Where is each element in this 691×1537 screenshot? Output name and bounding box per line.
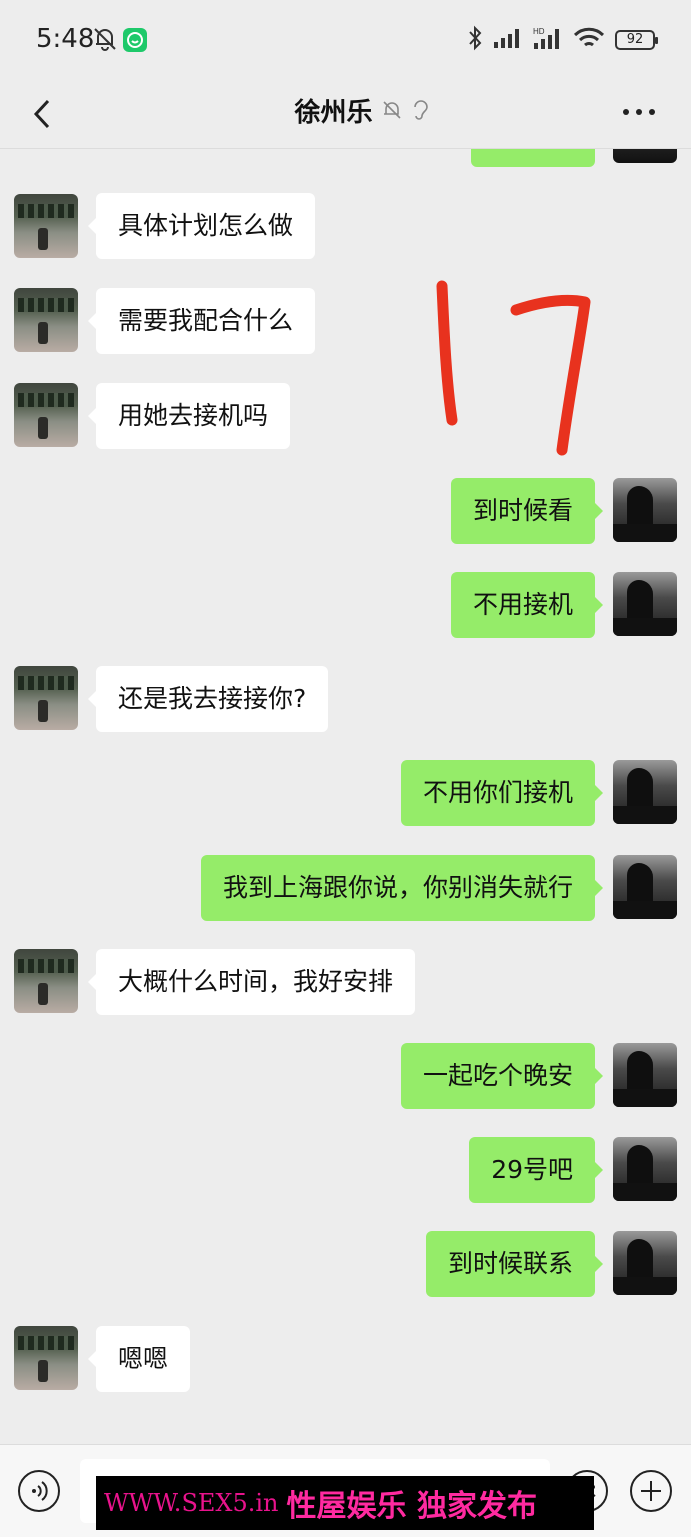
status-time: 5:48 <box>36 24 95 54</box>
message-bubble-partial[interactable] <box>471 149 595 167</box>
contact-avatar[interactable] <box>14 194 78 258</box>
battery-icon: 92 <box>615 30 658 50</box>
app-notification-icon <box>123 28 147 52</box>
chat-title: 徐州乐 <box>294 97 373 128</box>
voice-button[interactable] <box>18 1470 60 1512</box>
my-avatar[interactable] <box>613 1231 677 1295</box>
mute-icon <box>381 99 403 121</box>
voice-icon <box>32 1481 48 1501</box>
message-bubble-received[interactable]: 嗯嗯 <box>87 1326 191 1392</box>
my-avatar[interactable] <box>613 1043 677 1107</box>
message-bubble-sent[interactable]: 到时候看 <box>450 478 604 544</box>
svg-text:HD: HD <box>533 27 545 36</box>
watermark-banner: WWW.SEX5.in 性屋娱乐 独家发布 <box>96 1476 594 1530</box>
watermark-url: WWW.SEX5.in <box>104 1489 279 1517</box>
message-bubble-sent[interactable]: 不用你们接机 <box>400 760 604 826</box>
contact-avatar[interactable] <box>14 666 78 730</box>
hd-signal-icon: HD <box>533 26 563 54</box>
signal-icon <box>493 27 523 53</box>
more-dots-icon <box>623 109 655 115</box>
my-avatar[interactable] <box>613 478 677 542</box>
message-bubble-received[interactable]: 具体计划怎么做 <box>87 193 316 259</box>
plus-button[interactable] <box>630 1470 672 1512</box>
my-avatar[interactable] <box>613 855 677 919</box>
my-avatar[interactable] <box>613 149 677 163</box>
message-bubble-received[interactable]: 大概什么时间，我好安排 <box>87 949 416 1015</box>
chat-header: 徐州乐 <box>0 80 691 149</box>
wifi-icon <box>573 26 605 54</box>
ear-icon <box>411 98 431 122</box>
my-avatar[interactable] <box>613 760 677 824</box>
message-bubble-sent[interactable]: 到时候联系 <box>425 1231 604 1297</box>
bell-off-icon <box>92 26 118 56</box>
my-avatar[interactable] <box>613 1137 677 1201</box>
status-icons: HD 92 <box>467 24 658 56</box>
handwritten-annotation <box>436 280 591 456</box>
contact-avatar[interactable] <box>14 288 78 352</box>
message-bubble-sent[interactable]: 我到上海跟你说，你别消失就行 <box>200 855 604 921</box>
message-bubble-sent[interactable]: 不用接机 <box>450 572 604 638</box>
more-options-button[interactable] <box>617 88 661 136</box>
watermark-slogan: 性屋娱乐 独家发布 <box>286 1489 537 1524</box>
message-bubble-received[interactable]: 还是我去接接你? <box>87 666 329 732</box>
message-bubble-received[interactable]: 用她去接机吗 <box>87 383 291 449</box>
message-bubble-sent[interactable]: 29号吧 <box>469 1137 603 1203</box>
message-bubble-received[interactable]: 需要我配合什么 <box>87 288 316 354</box>
chat-title-area: 徐州乐 <box>0 86 691 134</box>
status-bar: 5:48 HD 92 <box>0 0 691 80</box>
bluetooth-icon <box>467 25 483 55</box>
contact-avatar[interactable] <box>14 383 78 447</box>
my-avatar[interactable] <box>613 572 677 636</box>
contact-avatar[interactable] <box>14 1326 78 1390</box>
message-bubble-sent[interactable]: 一起吃个晚安 <box>400 1043 604 1109</box>
contact-avatar[interactable] <box>14 949 78 1013</box>
